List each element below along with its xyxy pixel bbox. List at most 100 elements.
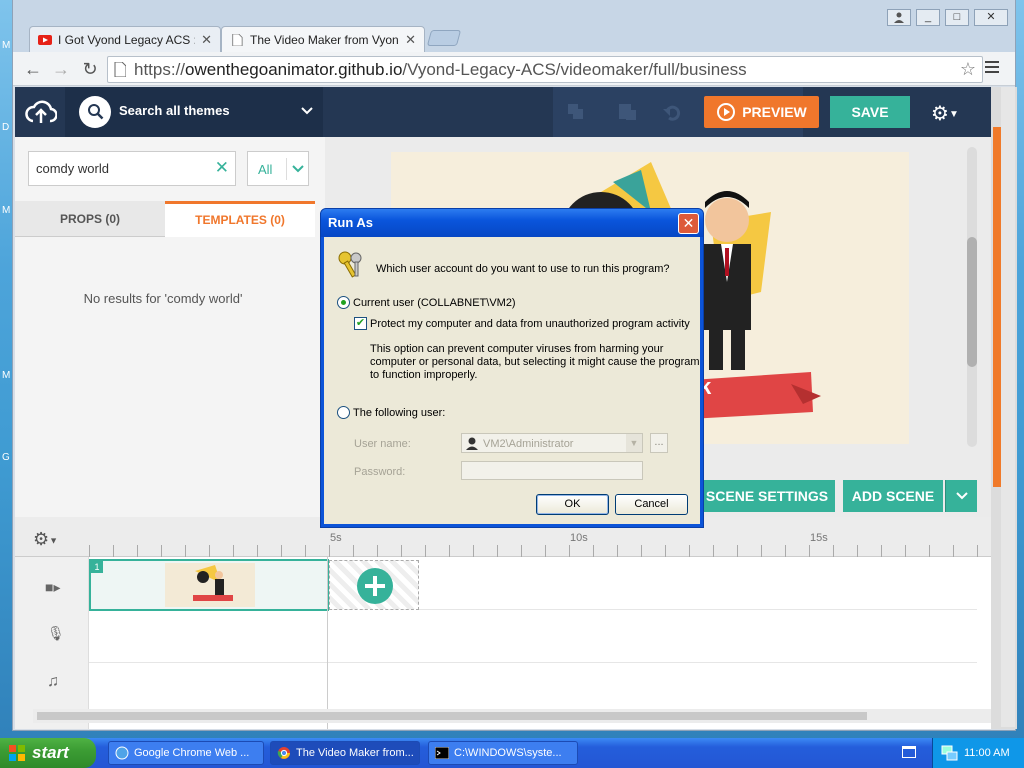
ok-button[interactable]: OK — [536, 494, 609, 515]
preview-label: PREVIEW — [742, 104, 807, 120]
browser-toolbar: ← → ↻ https://owenthegoanimator.github.i… — [13, 52, 1015, 86]
settings-gear-icon[interactable]: ⚙▼ — [931, 101, 959, 126]
browse-users-button[interactable]: ... — [650, 433, 668, 453]
following-user-label: The following user: — [353, 407, 446, 419]
taskbar-item-chrome-web[interactable]: Google Chrome Web ... — [108, 741, 264, 765]
protect-checkbox[interactable]: ✔ — [354, 317, 367, 330]
chevron-down-icon — [301, 107, 313, 115]
keyboard-icon[interactable] — [902, 746, 916, 758]
tab-props[interactable]: PROPS (0) — [15, 201, 165, 237]
taskbar-item-video-maker[interactable]: The Video Maker from... — [270, 741, 420, 765]
close-window-button[interactable]: ✕ — [974, 9, 1008, 26]
paste-icon[interactable] — [617, 101, 637, 121]
windows-logo-icon — [9, 745, 25, 761]
reload-icon[interactable]: ↻ — [79, 58, 101, 80]
tab-templates[interactable]: TEMPLATES (0) — [165, 201, 315, 237]
username-label: User name: — [354, 438, 411, 450]
address-url: https://owenthegoanimator.github.io/Vyon… — [134, 60, 747, 79]
stage-scrollbar[interactable] — [967, 147, 977, 447]
timeline: ⚙▼ 5s 10s 15s ■▸ 🎙 ♫ 1 — [15, 517, 993, 729]
left-panel: comdy world ✕ All PROPS (0) TEMPLATES (0… — [15, 137, 325, 517]
upload-cloud-icon[interactable] — [25, 99, 57, 125]
minimize-button[interactable]: _ — [916, 9, 940, 26]
username-value: VM2\Administrator — [483, 438, 574, 450]
protect-note: This option can prevent computer viruses… — [370, 343, 700, 381]
tab-vyond-legacy[interactable]: I Got Vyond Legacy ACS :D. ✕ — [29, 26, 221, 52]
tab-close-icon[interactable]: ✕ — [405, 32, 416, 48]
scene-number: 1 — [91, 561, 103, 573]
user-icon — [466, 437, 478, 450]
chevron-down-icon — [292, 165, 304, 173]
new-tab-button[interactable] — [426, 30, 462, 46]
save-button[interactable]: SAVE — [830, 96, 910, 128]
dialog-close-button[interactable]: ✕ — [678, 213, 699, 234]
menu-icon[interactable] — [985, 61, 999, 73]
page-info-icon[interactable] — [114, 62, 126, 77]
clear-search-icon[interactable]: ✕ — [215, 158, 229, 178]
undo-icon[interactable] — [663, 103, 681, 121]
add-scene-button[interactable]: ADD SCENE — [843, 480, 943, 512]
desktop-edge-text: M — [2, 370, 11, 381]
protect-label: Protect my computer and data from unauth… — [370, 318, 690, 330]
preview-button[interactable]: PREVIEW — [704, 96, 819, 128]
keys-icon — [338, 251, 362, 278]
scene-settings-button[interactable]: SCENE SETTINGS — [699, 480, 835, 512]
dialog-question: Which user account do you want to use to… — [376, 263, 670, 275]
current-user-label: Current user (COLLABNET\VM2) — [353, 297, 516, 309]
password-field[interactable] — [461, 461, 643, 480]
network-icon[interactable] — [941, 744, 959, 762]
password-label: Password: — [354, 466, 406, 478]
tick-label: 15s — [810, 532, 828, 544]
cmd-icon — [435, 747, 449, 759]
plus-icon — [357, 568, 393, 604]
dialog-title: Run As — [328, 215, 374, 230]
timeline-scrollbar[interactable] — [33, 709, 993, 723]
play-icon — [717, 103, 736, 121]
username-combobox[interactable]: VM2\Administrator ▼ — [461, 433, 643, 453]
following-user-radio[interactable] — [337, 406, 350, 419]
scene-thumbnail[interactable]: 1 — [89, 559, 329, 611]
chevron-down-icon: ▼ — [626, 434, 642, 452]
dialog-titlebar[interactable]: Run As ✕ — [321, 209, 703, 237]
search-themes-label: Search all themes — [119, 103, 230, 118]
filter-dropdown[interactable]: All — [247, 151, 309, 186]
add-scene-slot[interactable] — [329, 560, 419, 610]
cancel-button[interactable]: Cancel — [615, 494, 688, 515]
tab-close-icon[interactable]: ✕ — [201, 32, 212, 48]
theme-search-bar[interactable]: Search all themes — [65, 87, 323, 137]
maximize-button[interactable]: □ — [945, 9, 969, 26]
page-scrollbar[interactable] — [991, 87, 1017, 729]
chevron-down-icon — [955, 492, 968, 500]
video-camera-icon: ■▸ — [45, 579, 61, 595]
bookmark-star-icon[interactable]: ☆ — [960, 59, 976, 80]
music-icon: ♫ — [47, 673, 59, 690]
taskbar-item-cmd[interactable]: C:\WINDOWS\syste... — [428, 741, 578, 765]
search-input[interactable]: comdy world ✕ — [28, 151, 236, 186]
forward-icon[interactable]: → — [50, 58, 72, 80]
dialog-body: Which user account do you want to use to… — [324, 237, 700, 524]
track-labels: ■▸ 🎙 ♫ — [15, 557, 89, 729]
desktop-edge-text: G — [2, 452, 10, 463]
add-scene-dropdown[interactable] — [945, 480, 977, 512]
tick-label: 5s — [330, 532, 342, 544]
youtube-icon — [38, 34, 52, 45]
search-icon — [79, 96, 111, 128]
start-button[interactable]: start — [0, 738, 96, 768]
desktop-edge-text: M — [2, 40, 11, 51]
start-label: start — [32, 743, 69, 762]
user-profile-icon[interactable] — [887, 9, 911, 26]
desktop-edge-text: M — [2, 205, 11, 216]
page-icon — [232, 33, 243, 46]
clock: 11:00 AM — [964, 747, 1010, 759]
search-input-value: comdy world — [36, 161, 109, 176]
copy-icon[interactable] — [567, 103, 585, 121]
current-user-radio[interactable] — [337, 296, 350, 309]
no-results-text: No results for 'comdy world' — [83, 291, 243, 306]
back-icon[interactable]: ← — [22, 58, 44, 80]
filter-value: All — [258, 162, 273, 177]
address-bar[interactable]: https://owenthegoanimator.github.io/Vyon… — [107, 56, 983, 83]
timeline-settings-icon[interactable]: ⚙▼ — [33, 529, 58, 550]
tab-video-maker[interactable]: The Video Maker from Vyond ✕ — [221, 26, 425, 52]
chrome-icon — [277, 747, 290, 759]
tick-label: 10s — [570, 532, 588, 544]
